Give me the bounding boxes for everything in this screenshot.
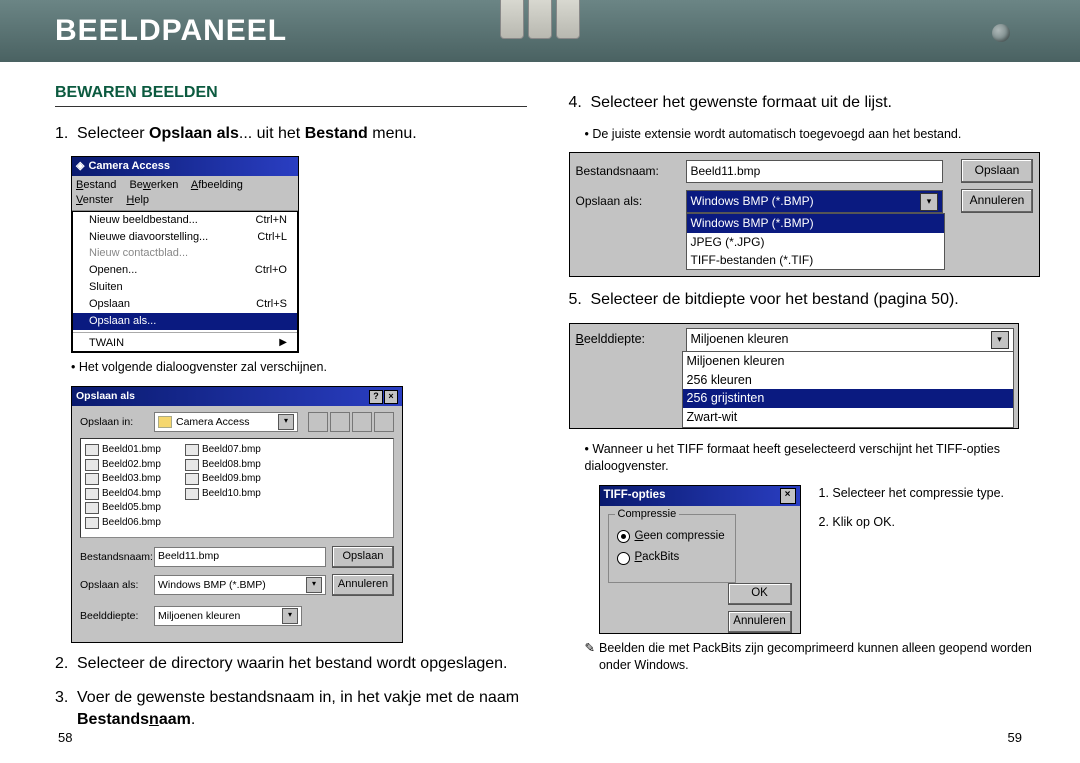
chevron-down-icon: ▾ [282, 608, 298, 624]
header-dot [992, 24, 1010, 42]
dialog-toolbar [308, 412, 394, 432]
detail-view-icon[interactable] [374, 412, 394, 432]
tiff-substeps: 1. Selecteer het compressie type. 2. Kli… [819, 485, 1005, 634]
note-extension: De juiste extensie wordt automatisch toe… [585, 126, 1041, 143]
folder-select[interactable]: Camera Access ▾ [154, 412, 298, 432]
ok-button[interactable]: OK [728, 583, 792, 605]
depth-select[interactable]: Miljoenen kleuren▾ [154, 606, 302, 626]
note-dialog-appears: Het volgende dialoogvenster zal verschij… [71, 359, 527, 376]
close-icon[interactable]: × [384, 390, 398, 404]
binder-tab [556, 0, 580, 39]
depth-select[interactable]: Miljoenen kleuren ▾ [686, 328, 1014, 352]
file-item[interactable]: Beeld01.bmp [85, 443, 161, 457]
step-2: 2.Selecteer de directory waarin het best… [55, 653, 527, 675]
option-bmp[interactable]: Windows BMP (*.BMP) [687, 214, 945, 232]
option-jpg[interactable]: JPEG (*.JPG) [687, 233, 945, 251]
cancel-button[interactable]: Annuleren [332, 574, 394, 596]
filename-input[interactable]: Beeld11.bmp [686, 160, 944, 183]
menu-item[interactable]: Nieuw beeldbestand...Ctrl+N [73, 212, 297, 229]
chevron-down-icon: ▾ [306, 577, 322, 593]
compression-group: Compressie Geen compressie PackBits [608, 514, 736, 583]
option-256c[interactable]: 256 kleuren [683, 371, 1013, 390]
radio-no-compression[interactable]: Geen compressie [617, 529, 727, 545]
menu-item[interactable]: TWAIN▶ [73, 332, 297, 352]
screenshot-tiff-options: TIFF-opties × Compressie Geen compressie… [599, 485, 801, 634]
screenshot-filetype: Bestandsnaam: Beeld11.bmp Opslaan Opslaa… [569, 152, 1041, 277]
page-title: BEELDPANEEL [55, 14, 287, 48]
menu-item[interactable]: Sluiten [73, 279, 297, 296]
file-list[interactable]: Beeld01.bmp Beeld02.bmp Beeld03.bmp Beel… [80, 438, 394, 538]
filetype-list[interactable]: Windows BMP (*.BMP) JPEG (*.JPG) TIFF-be… [686, 213, 946, 270]
list-view-icon[interactable] [352, 412, 372, 432]
depth-list[interactable]: Miljoenen kleuren 256 kleuren 256 grijst… [682, 351, 1014, 429]
file-item[interactable]: Beeld02.bmp [85, 458, 161, 472]
save-button[interactable]: Opslaan [332, 546, 394, 568]
radio-packbits[interactable]: PackBits [617, 550, 727, 566]
filename-input[interactable]: Beeld11.bmp [154, 547, 326, 567]
folder-icon [158, 416, 172, 428]
note-tiff: Wanneer u het TIFF formaat heeft geselec… [585, 441, 1041, 475]
chevron-down-icon: ▾ [920, 193, 938, 211]
menu-item[interactable]: Nieuwe diavoorstelling...Ctrl+L [73, 229, 297, 246]
file-item[interactable]: Beeld08.bmp [185, 458, 261, 472]
left-column: BEWAREN BEELDEN 1. Selecteer Opslaan als… [55, 82, 557, 742]
help-icon[interactable]: ? [369, 390, 383, 404]
new-folder-icon[interactable] [330, 412, 350, 432]
pencil-icon: ✎ [585, 640, 595, 674]
option-tif[interactable]: TIFF-bestanden (*.TIF) [687, 251, 945, 269]
menu-item[interactable]: Openen...Ctrl+O [73, 262, 297, 279]
section-heading: BEWAREN BEELDEN [55, 82, 527, 107]
radio-icon [617, 530, 630, 543]
file-item[interactable]: Beeld07.bmp [185, 443, 261, 457]
chevron-down-icon[interactable]: ▾ [278, 414, 294, 430]
screenshot-file-menu: ◈ Camera Access Bestand Bewerken Afbeeld… [71, 156, 299, 353]
step-5: 5.Selecteer de bitdiepte voor het bestan… [569, 289, 1041, 311]
page-header: BEELDPANEEL [0, 0, 1080, 62]
step-4: 4.Selecteer het gewenste formaat uit de … [569, 92, 1041, 114]
filetype-select[interactable]: Windows BMP (*.BMP)▾ [154, 575, 326, 595]
file-item[interactable]: Beeld04.bmp [85, 487, 161, 501]
cancel-button[interactable]: Annuleren [728, 611, 792, 633]
up-folder-icon[interactable] [308, 412, 328, 432]
menu-item-save-as[interactable]: Opslaan als... [73, 313, 297, 330]
file-dropdown: Nieuw beeldbestand...Ctrl+N Nieuwe diavo… [72, 211, 298, 353]
file-item[interactable]: Beeld06.bmp [85, 516, 161, 530]
chevron-down-icon: ▾ [991, 331, 1009, 349]
cancel-button[interactable]: Annuleren [961, 189, 1033, 213]
option-256g[interactable]: 256 grijstinten [683, 389, 1013, 408]
binder-tab [500, 0, 524, 39]
window-titlebar: Opslaan als ?× [72, 387, 402, 406]
screenshot-save-dialog: Opslaan als ?× Opslaan in: Camera Access… [71, 386, 403, 643]
menubar: Bestand Bewerken Afbeelding Venster Help [72, 176, 298, 211]
window-titlebar: ◈ Camera Access [72, 157, 298, 176]
radio-icon [617, 552, 630, 565]
file-item[interactable]: Beeld10.bmp [185, 487, 261, 501]
save-button[interactable]: Opslaan [961, 159, 1033, 183]
option-bw[interactable]: Zwart-wit [683, 408, 1013, 427]
screenshot-bitdepth: Beelddiepte: Miljoenen kleuren ▾ Miljoen… [569, 323, 1019, 430]
note-packbits: ✎ Beelden die met PackBits zijn gecompri… [585, 640, 1041, 674]
window-titlebar: TIFF-opties × [600, 486, 800, 506]
file-item[interactable]: Beeld05.bmp [85, 501, 161, 515]
filetype-select[interactable]: Windows BMP (*.BMP) ▾ [686, 190, 944, 213]
page-number-right: 59 [1008, 730, 1022, 745]
page-number-left: 58 [58, 730, 72, 745]
binder-tabs [500, 0, 580, 39]
file-item[interactable]: Beeld09.bmp [185, 472, 261, 486]
menu-item[interactable]: OpslaanCtrl+S [73, 296, 297, 313]
file-item[interactable]: Beeld03.bmp [85, 472, 161, 486]
right-column: 4.Selecteer het gewenste formaat uit de … [557, 82, 1041, 742]
option-millions[interactable]: Miljoenen kleuren [683, 352, 1013, 371]
close-icon[interactable]: × [780, 488, 796, 504]
menu-item: Nieuw contactblad... [73, 245, 297, 262]
step-1: 1. Selecteer Opslaan als... uit het Best… [55, 123, 527, 145]
app-icon: ◈ [76, 159, 84, 174]
step-3: 3. Voer de gewenste bestandsnaam in, in … [55, 687, 527, 730]
binder-tab [528, 0, 552, 39]
